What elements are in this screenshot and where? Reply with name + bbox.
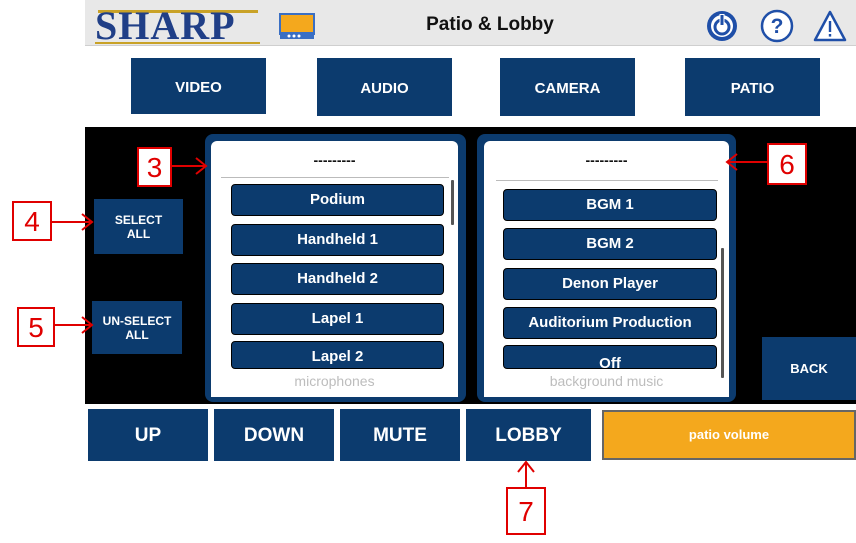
list-item[interactable]: Lapel 2 — [231, 341, 444, 369]
tab-audio[interactable]: AUDIO — [316, 57, 453, 117]
page-title: Patio & Lobby — [426, 14, 554, 35]
scrollbar[interactable] — [451, 180, 454, 225]
list-divider — [221, 177, 449, 178]
callout-5: 5 — [17, 307, 55, 347]
help-icon[interactable]: ? — [760, 9, 794, 43]
power-icon[interactable] — [705, 9, 739, 43]
microphones-list-header: --------- — [313, 152, 356, 168]
tab-video[interactable]: VIDEO — [130, 57, 267, 115]
list-item[interactable]: Auditorium Production — [503, 307, 717, 339]
callout-4: 4 — [12, 201, 52, 241]
warning-icon[interactable] — [813, 9, 847, 43]
list-item[interactable]: Denon Player — [503, 268, 717, 300]
list-item[interactable]: Lapel 1 — [231, 303, 444, 335]
svg-text:?: ? — [771, 15, 784, 38]
microphones-caption: microphones — [294, 373, 375, 389]
list-divider — [496, 180, 718, 181]
callout-3: 3 — [137, 147, 172, 187]
callout-6: 6 — [767, 143, 807, 185]
callout-7: 7 — [506, 487, 546, 535]
list-item[interactable]: Off — [503, 345, 717, 369]
tab-patio[interactable]: PATIO — [684, 57, 821, 117]
logo-underline — [95, 42, 260, 44]
control-panel — [85, 127, 856, 404]
select-all-button[interactable]: SELECT ALL — [94, 199, 183, 254]
list-item[interactable]: BGM 2 — [503, 228, 717, 260]
scrollbar[interactable] — [721, 248, 724, 378]
tab-camera[interactable]: CAMERA — [499, 57, 636, 117]
back-button[interactable]: BACK — [762, 337, 856, 400]
list-item[interactable]: Handheld 1 — [231, 224, 444, 256]
unselect-all-button[interactable]: UN-SELECT ALL — [92, 301, 182, 354]
volume-up-button[interactable]: UP — [88, 409, 208, 461]
lobby-button[interactable]: LOBBY — [466, 409, 591, 461]
background-music-caption: background music — [549, 373, 664, 389]
volume-down-button[interactable]: DOWN — [214, 409, 334, 461]
list-item[interactable]: BGM 1 — [503, 189, 717, 221]
background-music-list-header: --------- — [585, 152, 628, 168]
projector-icon[interactable] — [279, 13, 315, 41]
patio-volume-bar[interactable]: patio volume — [602, 410, 856, 460]
mute-button[interactable]: MUTE — [340, 409, 460, 461]
list-item[interactable]: Handheld 2 — [231, 263, 444, 295]
list-item[interactable]: Podium — [231, 184, 444, 216]
